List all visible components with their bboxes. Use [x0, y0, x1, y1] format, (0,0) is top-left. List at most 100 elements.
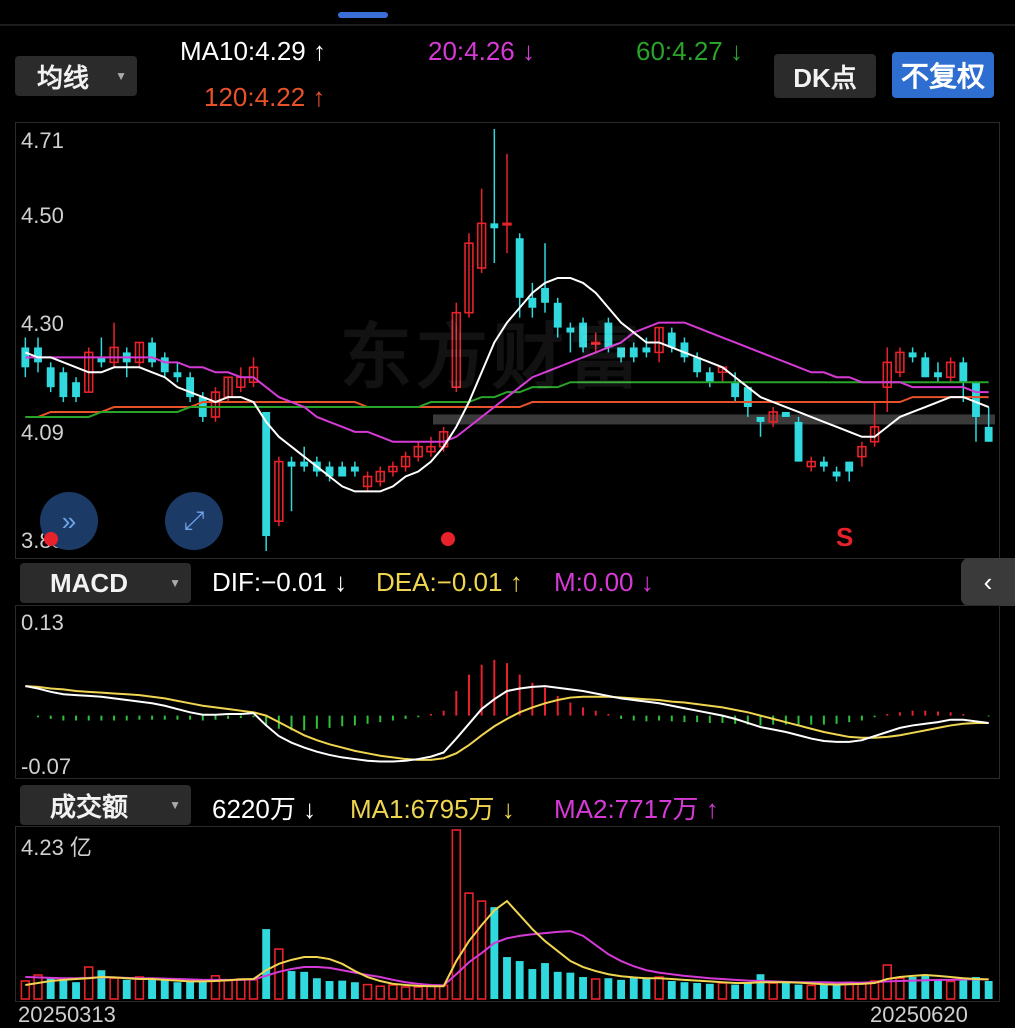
volume-bar: [642, 979, 651, 999]
volume-bar: [274, 948, 284, 1000]
volume-selector-label: 成交额: [50, 791, 129, 822]
volume-bar: [654, 976, 664, 1000]
volume-bar: [832, 984, 841, 999]
volume-bar: [515, 961, 524, 999]
volume-bar: [617, 979, 626, 999]
macd-chart[interactable]: [15, 605, 999, 778]
volume-bar: [72, 982, 80, 999]
volume-bar: [173, 982, 182, 999]
volume-bar: [794, 984, 803, 999]
volume-bar: [59, 979, 68, 999]
collapse-panel-button[interactable]: ‹: [961, 558, 1015, 606]
sell-signal-mark: S: [836, 522, 854, 552]
volume-bar: [959, 978, 968, 999]
candle-body: [705, 372, 714, 383]
candle-body: [287, 461, 296, 467]
volume-bar: [287, 971, 296, 999]
ma10-value: MA10:4.29 ↑: [180, 36, 326, 66]
buy-signal-dot: [441, 532, 455, 546]
chevron-down-icon: ▼: [115, 69, 127, 83]
watermark: 东方财富: [340, 318, 645, 398]
candle-body: [338, 466, 347, 477]
volume-chart[interactable]: [15, 826, 999, 1001]
candle-body: [756, 416, 765, 422]
volume-bar: [312, 978, 321, 999]
candle-body: [72, 382, 80, 398]
chevron-left-icon: ‹: [983, 566, 993, 597]
candle-body: [160, 357, 169, 373]
volume-bar: [33, 974, 43, 1000]
volume-bar: [223, 979, 233, 1000]
price-axis-label-4: 4.09: [21, 420, 64, 445]
candle-body: [46, 367, 55, 388]
macd-selector[interactable]: MACD ▼: [20, 563, 191, 603]
vol-ma1-value: MA1:6795万 ↓: [350, 794, 515, 824]
ma-selector[interactable]: 均线 ▼: [15, 56, 137, 96]
volume-bar: [590, 978, 601, 1000]
volume-bar: [604, 978, 613, 999]
candle-body: [845, 461, 854, 472]
ma60-value: 60:4.27 ↓: [636, 36, 743, 66]
ma-selector-label: 均线: [37, 62, 90, 93]
volume-bar: [338, 980, 347, 999]
volume-bar: [921, 975, 930, 999]
candle-body: [794, 421, 803, 462]
volume-bar: [236, 978, 246, 1000]
price-axis-label-3: 4.30: [21, 311, 64, 336]
volume-bar: [438, 984, 449, 1000]
dk-point-button[interactable]: DK点: [774, 54, 876, 98]
volume-bar: [300, 971, 309, 999]
candle-body: [819, 461, 828, 467]
volume-bar: [528, 969, 537, 999]
volume-bar: [693, 983, 702, 999]
volume-axis-label-top: 4.23 亿: [21, 835, 92, 860]
candle-body: [693, 357, 702, 373]
candle-body: [300, 461, 309, 467]
candle-body: [350, 466, 359, 472]
candle-body: [731, 382, 740, 398]
candle-body: [984, 426, 993, 442]
candle-body: [959, 362, 968, 383]
m-value: M:0.00 ↓: [554, 567, 654, 597]
date-start: 20250313: [18, 1002, 116, 1027]
macd-selector-label: MACD: [50, 567, 128, 598]
volume-bar: [945, 980, 956, 1000]
expand-icon[interactable]: ⤢: [165, 492, 223, 550]
volume-bar: [768, 982, 778, 1000]
dea-value: DEA:−0.01 ↑: [376, 567, 523, 597]
amount-value: 6220万 ↓: [212, 794, 317, 824]
volume-bar: [148, 979, 157, 999]
no-adjust-button[interactable]: 不复权: [892, 52, 994, 98]
volume-bar: [541, 963, 549, 999]
candle-body: [515, 238, 524, 298]
volume-bar: [490, 907, 499, 999]
no-adjust-label: 不复权: [900, 61, 985, 92]
volume-selector[interactable]: 成交额 ▼: [20, 785, 191, 825]
candle-body: [934, 372, 942, 378]
volume-bar: [426, 985, 436, 1000]
volume-bar: [629, 977, 638, 999]
volume-bar: [743, 983, 752, 999]
volume-bar: [83, 966, 94, 1000]
volume-bar: [375, 985, 385, 1000]
candle-body: [921, 357, 930, 378]
volume-bar: [553, 971, 562, 999]
volume-bar: [109, 977, 119, 1000]
volume-bar: [667, 981, 676, 999]
volume-bar: [134, 976, 145, 1000]
drag-handle[interactable]: [338, 12, 388, 18]
volume-bar: [806, 984, 816, 1000]
volume-bar: [97, 970, 106, 999]
volume-bar: [262, 929, 271, 999]
volume-bar: [248, 979, 259, 1000]
dif-value: DIF:−0.01 ↓: [212, 567, 348, 597]
vol-ma2-value: MA2:7717万 ↑: [554, 794, 719, 824]
volume-bar: [731, 984, 740, 999]
volume-bar: [781, 982, 790, 999]
ma20-value: 20:4.26 ↓: [428, 36, 535, 66]
volume-bar: [566, 972, 575, 999]
top-divider: [0, 24, 1015, 26]
candle-body: [680, 342, 689, 358]
candle-body: [502, 222, 512, 226]
volume-bar: [122, 979, 131, 999]
